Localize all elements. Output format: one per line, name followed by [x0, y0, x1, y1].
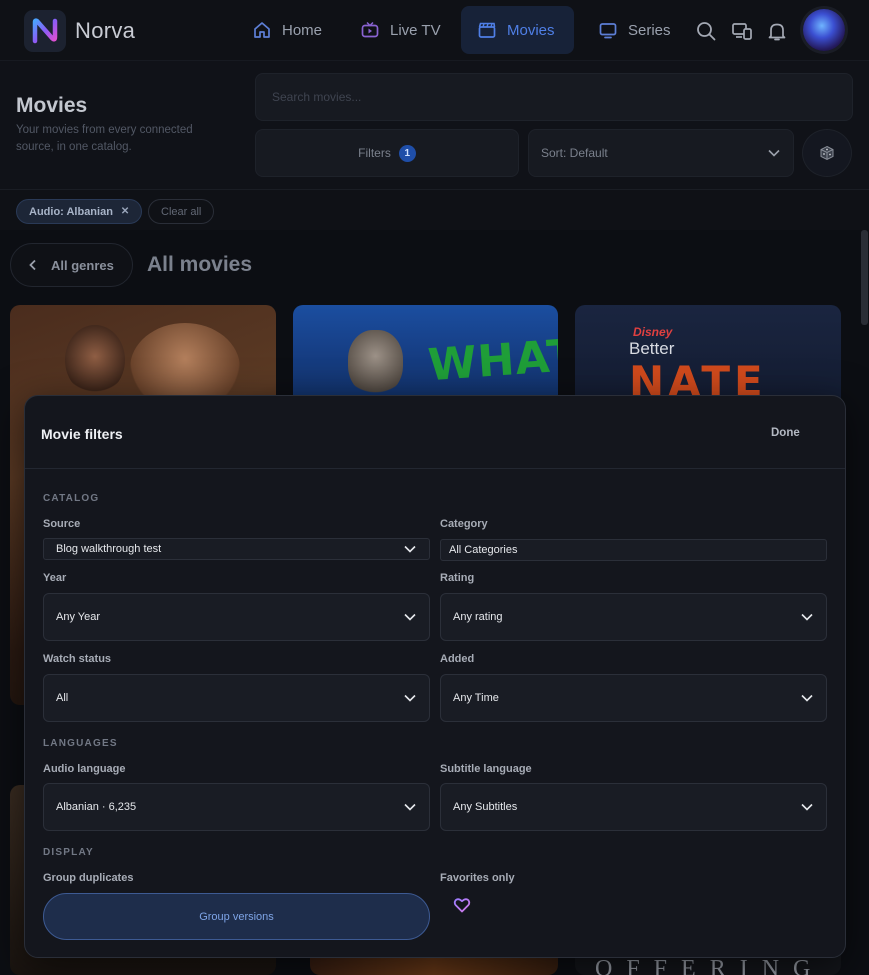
poster-brand-art: Disney	[633, 325, 673, 339]
app-logo[interactable]	[24, 10, 66, 52]
poster-title-art: OFFERING	[595, 956, 825, 975]
year-select[interactable]: Any Year	[43, 593, 430, 641]
watch-status-value: All	[56, 692, 69, 704]
watch-status-select[interactable]: All	[43, 674, 430, 722]
chevron-down-icon	[801, 694, 813, 702]
dice-icon	[820, 145, 834, 161]
filters-count-badge: 1	[398, 144, 416, 162]
nav-home[interactable]: Home	[236, 6, 338, 54]
nav-movies[interactable]: Movies	[461, 6, 574, 54]
page-header: Movies Your movies from every connected …	[0, 60, 869, 190]
bell-icon[interactable]	[766, 20, 788, 42]
category-select[interactable]: All Categories	[440, 539, 827, 561]
avatar[interactable]	[803, 9, 845, 51]
chevron-down-icon	[801, 613, 813, 621]
subtitle-language-select[interactable]: Any Subtitles	[440, 783, 827, 831]
favorites-only-label: Favorites only	[440, 872, 515, 884]
rating-select[interactable]: Any rating	[440, 593, 827, 641]
audio-language-select[interactable]: Albanian · 6,235	[43, 783, 430, 831]
page-subtitle: Your movies from every connected source,…	[16, 124, 193, 153]
section-heading: All movies	[147, 253, 253, 276]
year-label: Year	[43, 572, 67, 584]
norva-logo-icon	[32, 18, 58, 44]
top-nav: Norva Home Live TV Movies Series	[0, 0, 869, 60]
modal-title: Movie filters	[41, 426, 123, 442]
nav-series-label: Series	[628, 21, 671, 39]
section-label-catalog: CATALOG	[43, 493, 100, 504]
filter-chip-label: Audio: Albanian	[29, 205, 113, 218]
chevron-down-icon	[404, 803, 416, 811]
rating-label: Rating	[440, 572, 475, 584]
search-input[interactable]: Search movies...	[255, 73, 853, 121]
poster-art	[348, 330, 403, 395]
page-title: Movies	[16, 94, 88, 117]
divider	[25, 468, 845, 469]
all-genres-button[interactable]: All genres	[10, 243, 133, 287]
source-label: Source	[43, 518, 81, 530]
nav-series[interactable]: Series	[582, 6, 687, 54]
audio-language-value: Albanian · 6,235	[56, 801, 137, 813]
filter-chip-audio[interactable]: Audio: Albanian ✕	[16, 199, 143, 224]
section-label-languages: LANGUAGES	[43, 738, 118, 749]
audio-language-label: Audio language	[43, 763, 126, 775]
monitor-icon	[599, 23, 617, 39]
filters-button[interactable]: Filters 1	[255, 129, 519, 177]
active-filters-bar: Audio: Albanian ✕ Clear all	[0, 190, 869, 230]
remove-chip-icon[interactable]: ✕	[121, 206, 129, 217]
added-value: Any Time	[453, 692, 499, 704]
random-movie-button[interactable]	[802, 129, 852, 177]
movie-filters-modal: Movie filters Done CATALOG Source Blog w…	[24, 395, 846, 958]
chevron-down-icon	[801, 803, 813, 811]
poster-art	[65, 325, 125, 395]
added-select[interactable]: Any Time	[440, 674, 827, 722]
poster-title-art: Better	[629, 339, 675, 358]
brand-name: Norva	[75, 18, 136, 43]
home-icon	[254, 22, 270, 38]
sort-select[interactable]: Sort: Default	[528, 129, 794, 177]
group-versions-button[interactable]: Group versions	[43, 893, 430, 940]
heart-icon[interactable]	[453, 896, 471, 914]
tv-icon	[361, 21, 379, 38]
rating-value: Any rating	[453, 611, 503, 623]
chevron-down-icon	[404, 694, 416, 702]
source-select[interactable]: Blog walkthrough test	[43, 538, 430, 560]
nav-live-tv[interactable]: Live TV	[344, 6, 457, 54]
all-genres-label: All genres	[51, 257, 114, 273]
watch-status-label: Watch status	[43, 653, 112, 665]
year-value: Any Year	[56, 611, 101, 623]
chevron-down-icon	[404, 545, 416, 553]
clear-all-button[interactable]: Clear all	[148, 199, 215, 224]
clapperboard-icon	[478, 22, 496, 38]
chevron-down-icon	[768, 149, 780, 157]
category-value: All Categories	[449, 544, 518, 556]
nav-home-label: Home	[282, 21, 323, 39]
page-scrollbar[interactable]	[861, 230, 868, 325]
chevron-left-icon	[29, 259, 36, 271]
nav-live-tv-label: Live TV	[390, 21, 441, 39]
search-placeholder: Search movies...	[272, 90, 362, 104]
search-icon[interactable]	[695, 20, 717, 42]
subtitle-language-value: Any Subtitles	[453, 801, 518, 813]
source-value: Blog walkthrough test	[56, 543, 162, 555]
filters-label: Filters	[358, 146, 391, 160]
category-label: Category	[440, 518, 488, 530]
added-label: Added	[440, 653, 475, 665]
devices-icon[interactable]	[731, 20, 753, 42]
chevron-down-icon	[404, 613, 416, 621]
poster-title-art: WHAT	[426, 329, 558, 392]
section-label-display: DISPLAY	[43, 847, 94, 858]
subtitle-language-label: Subtitle language	[440, 763, 532, 775]
group-duplicates-label: Group duplicates	[43, 872, 134, 884]
done-button[interactable]: Done	[771, 427, 800, 439]
sort-label: Sort: Default	[541, 146, 608, 160]
nav-movies-label: Movies	[507, 21, 555, 39]
